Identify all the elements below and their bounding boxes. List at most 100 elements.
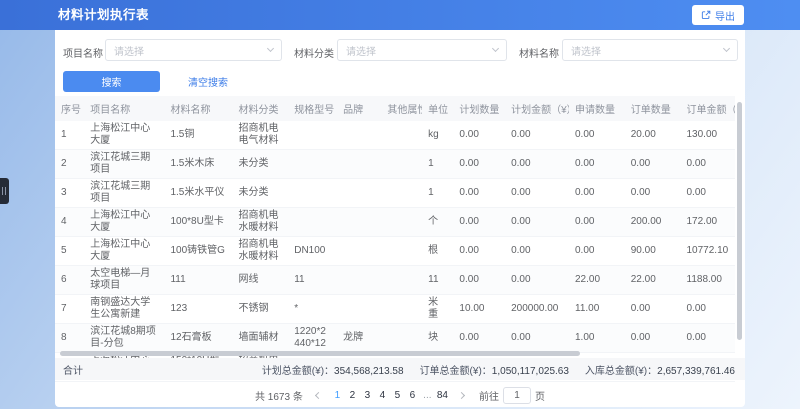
table-row: 5上海松江中心大厦100铸铁管G招商机电 水暖材料DN100根0.000.000… xyxy=(55,237,735,266)
table-cell: 90.00 xyxy=(625,237,681,266)
table-cell: 未分类 xyxy=(232,179,288,208)
table-cell xyxy=(381,237,422,266)
table-cell: kg xyxy=(422,121,453,150)
table-cell: 0.00 xyxy=(505,324,569,353)
table-cell: 200.00 xyxy=(625,208,681,237)
goto-page-input[interactable] xyxy=(503,387,531,404)
sidebar-toggle[interactable] xyxy=(0,178,9,204)
table-cell: 未分类 xyxy=(232,150,288,179)
column-header: 项目名称 xyxy=(84,96,164,121)
table-cell: 0.00 xyxy=(625,150,681,179)
pagination-total: 共 1673 条 xyxy=(255,388,303,403)
column-header: 单位 xyxy=(422,96,453,121)
pager-page-1[interactable]: 1 xyxy=(330,387,345,404)
material-name-placeholder: 请选择 xyxy=(571,43,601,58)
table-cell: 太空电梯—月球项目 xyxy=(84,266,164,295)
inbound-total-label: 入库总金额(¥)： xyxy=(585,366,657,377)
column-header: 材料分类 xyxy=(232,96,288,121)
table-cell: 11.00 xyxy=(569,295,625,324)
table-cell xyxy=(337,208,381,237)
table-cell: 0.00 xyxy=(681,295,736,324)
table-row: 2滨江花城三期项目1.5米木床未分类10.000.000.000.000.00 xyxy=(55,150,735,179)
column-header: 计划数量 xyxy=(453,96,505,121)
table-cell: 200000.00 xyxy=(505,295,569,324)
table-cell: 网线 xyxy=(232,266,288,295)
table-cell: 6 xyxy=(55,266,84,295)
column-header: 订单金额（¥） xyxy=(681,96,736,121)
search-button[interactable]: 搜索 xyxy=(63,71,160,92)
chevron-down-icon xyxy=(723,45,730,52)
table-row: 3滨江花城三期项目1.5米水平仪未分类10.000.000.000.000.00 xyxy=(55,179,735,208)
prev-page-button[interactable] xyxy=(315,391,322,398)
order-total: 订单总金额(¥)：1,050,117,025.63 xyxy=(420,362,569,377)
material-category-select[interactable]: 请选择 xyxy=(337,39,507,61)
order-total-value: 1,050,117,025.63 xyxy=(492,366,569,377)
table-cell: 1188.00 xyxy=(681,266,736,295)
export-button[interactable]: 导出 xyxy=(692,5,744,25)
table-cell xyxy=(381,208,422,237)
table-cell: 0.00 xyxy=(681,179,736,208)
pager-page-2[interactable]: 2 xyxy=(345,387,360,404)
table-cell: 0.00 xyxy=(569,237,625,266)
table-cell: 111 xyxy=(164,266,232,295)
table-cell: 10.00 xyxy=(453,295,505,324)
table-cell: 100*8U型卡 xyxy=(164,208,232,237)
project-name-select[interactable]: 请选择 xyxy=(105,39,282,61)
table-cell: 0.00 xyxy=(505,237,569,266)
table-cell: 1.5米木床 xyxy=(164,150,232,179)
table-cell: * xyxy=(288,295,337,324)
table-cell: 招商机电 电气材料 xyxy=(232,121,288,150)
table-cell: 滨江花城8期项目-分包 xyxy=(84,324,164,353)
table-cell xyxy=(337,266,381,295)
table-cell: 0.00 xyxy=(505,266,569,295)
clear-search-link[interactable]: 清空搜索 xyxy=(188,74,228,89)
table-cell: 22.00 xyxy=(625,266,681,295)
table-cell xyxy=(288,208,337,237)
table-cell: 龙牌 xyxy=(337,324,381,353)
table-cell xyxy=(381,121,422,150)
pager-pages: 123456...84 xyxy=(330,387,450,404)
goto-suffix: 页 xyxy=(535,388,545,403)
pager-page-3[interactable]: 3 xyxy=(360,387,375,404)
table-header-row: 序号项目名称材料名称材料分类规格型号品牌其他属性单位计划数量计划金额（¥）申请数… xyxy=(55,96,735,121)
table-cell: 7 xyxy=(55,295,84,324)
table-cell: 0.00 xyxy=(569,150,625,179)
table-cell: 滨江花城三期项目 xyxy=(84,179,164,208)
pager-page-84[interactable]: 84 xyxy=(435,387,450,404)
material-name-select[interactable]: 请选择 xyxy=(562,39,738,61)
column-header: 材料名称 xyxy=(164,96,232,121)
table-cell: 172.00 xyxy=(681,208,736,237)
goto-label: 前往 xyxy=(479,388,499,403)
page: 材料计划执行表 导出 项目名称 请选择 材料分类 请选择 材料名称 请选择 xyxy=(0,0,800,409)
table-cell: 0.00 xyxy=(505,208,569,237)
table-cell: 1.5铜 xyxy=(164,121,232,150)
column-header: 其他属性 xyxy=(381,96,422,121)
table-cell: 10772.10 xyxy=(681,237,736,266)
table-cell xyxy=(337,237,381,266)
chevron-down-icon xyxy=(492,45,499,52)
table-cell xyxy=(381,324,422,353)
table-cell: 0.00 xyxy=(625,324,681,353)
pager-page-5[interactable]: 5 xyxy=(390,387,405,404)
table-cell: 0.00 xyxy=(453,150,505,179)
table-cell: 20.00 xyxy=(625,121,681,150)
table-cell: DN100 xyxy=(288,237,337,266)
project-name-label: 项目名称 xyxy=(63,45,103,60)
table-cell xyxy=(381,266,422,295)
column-header: 申请数量 xyxy=(569,96,625,121)
column-header: 序号 xyxy=(55,96,84,121)
table-cell: 0.00 xyxy=(453,121,505,150)
pager-page-4[interactable]: 4 xyxy=(375,387,390,404)
pager-page-6[interactable]: 6 xyxy=(405,387,420,404)
inbound-total-value: 2,657,339,761.46 xyxy=(657,366,735,377)
next-page-button[interactable] xyxy=(458,391,465,398)
vertical-scrollbar[interactable] xyxy=(737,102,742,340)
table-cell: 0.00 xyxy=(505,179,569,208)
goto-page: 前往 页 xyxy=(479,387,545,404)
table-cell xyxy=(337,150,381,179)
table-cell: 滨江花城三期项目 xyxy=(84,150,164,179)
table-cell: 0.00 xyxy=(569,121,625,150)
project-name-placeholder: 请选择 xyxy=(114,43,144,58)
table-cell: 招商机电 水暖材料 xyxy=(232,208,288,237)
horizontal-scrollbar[interactable] xyxy=(60,351,580,356)
